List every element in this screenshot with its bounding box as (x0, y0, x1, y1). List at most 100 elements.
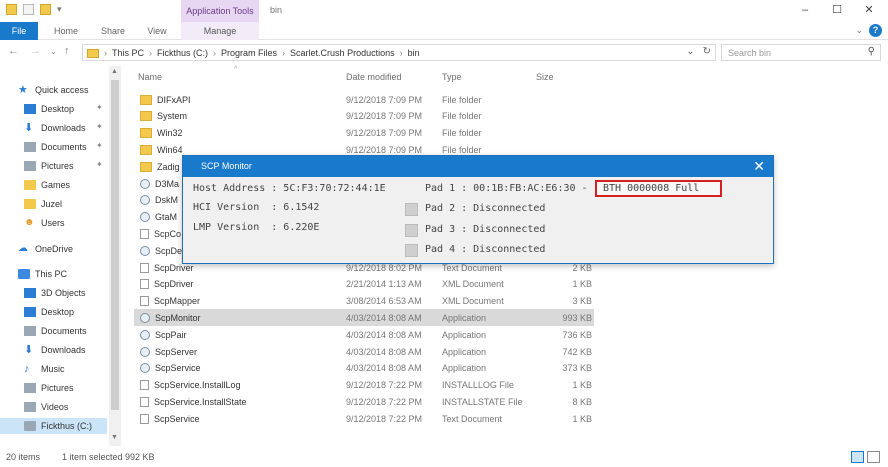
hci-version-label: HCI Version : 6.1542 (193, 202, 320, 213)
nav-juzel[interactable]: Juzel (24, 196, 62, 212)
search-icon[interactable]: ⚲ (868, 46, 875, 57)
customize-toolbar-icon[interactable]: ▾ (57, 4, 62, 15)
breadcrumb-bin[interactable]: bin (408, 48, 420, 58)
nav-documents-pinned[interactable]: Documents (24, 139, 87, 155)
file-row[interactable]: ScpDriver 2/21/2014 1:13 AM XML Document 1 … (134, 276, 594, 293)
file-row[interactable]: ScpMapper 3/08/2014 6:53 AM XML Document 3 … (134, 293, 594, 310)
file-size: 373 KB (562, 363, 592, 374)
nav-desktop-pinned[interactable]: Desktop (24, 101, 74, 117)
pad1-label: Pad 1 : 00:1B:FB:AC:E6:30 - (425, 183, 588, 194)
nav-downloads-pinned[interactable]: ⬇ Downloads (24, 120, 86, 136)
file-name: ScpService.InstallLog (140, 380, 241, 391)
breadcrumb-program-files[interactable]: Program Files (221, 48, 277, 58)
nav-music[interactable]: ♪ Music (24, 361, 65, 377)
properties-icon[interactable] (23, 4, 34, 15)
documents-icon (24, 142, 36, 152)
minimize-button[interactable]: – (797, 3, 813, 17)
file-type: File folder (442, 144, 482, 155)
scroll-up-icon[interactable]: ▲ (111, 68, 118, 75)
document-icon (140, 262, 149, 273)
file-name: ScpMapper (140, 296, 200, 307)
file-date: 9/12/2018 7:09 PM (346, 128, 423, 139)
file-name: ScpDriver (140, 262, 194, 273)
nav-desktop[interactable]: Desktop (24, 304, 74, 320)
column-header-size[interactable]: Size (536, 72, 554, 82)
address-dropdown-icon[interactable]: ⌄ (686, 46, 694, 57)
nav-documents[interactable]: Documents (24, 323, 87, 339)
back-button[interactable]: ← (8, 45, 19, 57)
cloud-icon: ☁ (18, 243, 28, 254)
file-size: 736 KB (562, 329, 592, 340)
file-row[interactable]: ScpService.InstallLog 9/12/2018 7:22 PM IN… (134, 377, 594, 394)
recent-locations-icon[interactable]: ⌄ (50, 47, 57, 56)
document-icon (140, 296, 149, 307)
scroll-down-icon[interactable]: ▼ (111, 434, 118, 441)
scrollbar-thumb[interactable] (111, 80, 119, 410)
nav-this-pc[interactable]: This PC (18, 266, 67, 282)
address-bar[interactable]: › This PC › Fickthus (C:) › Program File… (82, 44, 716, 61)
folder-icon (24, 180, 36, 190)
file-date: 9/12/2018 7:22 PM (346, 380, 423, 391)
nav-games[interactable]: Games (24, 177, 70, 193)
file-size: 3 KB (572, 296, 592, 307)
search-box[interactable]: Search bin ⚲ (721, 44, 881, 61)
file-row[interactable]: ScpService.InstallState 9/12/2018 7:22 PM… (134, 393, 594, 410)
nav-pictures[interactable]: Pictures (24, 380, 74, 396)
file-row[interactable]: ScpPair 4/03/2014 8:08 AM Application 736 K… (134, 326, 594, 343)
tab-share[interactable]: Share (96, 22, 130, 40)
details-view-icon[interactable] (851, 451, 864, 463)
file-date: 9/12/2018 7:09 PM (346, 94, 423, 105)
folder-icon (6, 4, 17, 15)
ribbon-tabs: File Home Share View Manage ⌄ ? (0, 22, 888, 40)
nav-videos[interactable]: Videos (24, 399, 68, 415)
tab-file[interactable]: File (0, 22, 38, 40)
file-row[interactable]: ScpServer 4/03/2014 8:08 AM Application 742… (134, 343, 594, 360)
tab-home[interactable]: Home (50, 22, 82, 40)
up-button[interactable]: ↑ (64, 45, 70, 57)
column-header-name[interactable]: Name (138, 72, 162, 82)
file-name: ScpDe (140, 245, 182, 256)
file-name: ScpService (140, 413, 200, 424)
large-icons-view-icon[interactable] (867, 451, 880, 463)
tab-view[interactable]: View (142, 22, 172, 40)
breadcrumb-this-pc[interactable]: This PC (112, 48, 144, 58)
file-name: Zadig (140, 161, 180, 172)
file-row[interactable]: ScpService 9/12/2018 7:22 PM Text Document… (134, 410, 594, 427)
nav-quick-access[interactable]: ★ Quick access (18, 82, 89, 98)
column-header-date[interactable]: Date modified (346, 72, 402, 82)
refresh-icon[interactable]: ↻ (703, 46, 711, 57)
column-header-type[interactable]: Type (442, 72, 462, 82)
nav-onedrive[interactable]: ☁ OneDrive (18, 241, 73, 257)
file-type: Text Document (442, 413, 503, 424)
file-row[interactable]: ScpService 4/03/2014 8:08 AM Application 37… (134, 360, 594, 377)
pad2-indicator[interactable] (405, 203, 418, 216)
file-row[interactable]: System 9/12/2018 7:09 PM File folder (134, 108, 594, 125)
breadcrumb-drive[interactable]: Fickthus (C:) (157, 48, 208, 58)
tab-manage[interactable]: Manage (181, 22, 259, 40)
breadcrumb-scarlet-crush[interactable]: Scarlet.Crush Productions (290, 48, 395, 58)
file-date: 4/03/2014 8:08 AM (346, 329, 422, 340)
dialog-close-button[interactable]: ✕ (753, 158, 765, 174)
nav-3d-objects[interactable]: 3D Objects (24, 285, 86, 301)
close-window-button[interactable]: ✕ (861, 3, 877, 17)
help-icon[interactable]: ? (869, 24, 882, 37)
pin-icon: ✦ (96, 103, 103, 112)
expand-ribbon-icon[interactable]: ⌄ (855, 25, 863, 36)
nav-users[interactable]: ☻ Users (24, 215, 65, 231)
nav-drive-c[interactable]: Fickthus (C:) (0, 418, 107, 434)
forward-button[interactable]: → (30, 45, 41, 57)
pad3-indicator[interactable] (405, 224, 418, 237)
folder-icon (24, 199, 36, 209)
nav-downloads[interactable]: ⬇ Downloads (24, 342, 86, 358)
file-row[interactable]: ScpMonitor 4/03/2014 8:08 AM Application 99… (134, 309, 594, 327)
nav-pane-scrollbar[interactable]: ▲ ▼ (109, 66, 121, 446)
file-row[interactable]: DIFxAPI 9/12/2018 7:09 PM File folder (134, 91, 594, 108)
maximize-button[interactable]: ☐ (829, 3, 845, 17)
new-folder-icon[interactable] (40, 4, 51, 15)
file-date: 9/12/2018 7:09 PM (346, 144, 423, 155)
document-icon (140, 228, 149, 239)
file-name: System (140, 111, 187, 122)
file-row[interactable]: Win32 9/12/2018 7:09 PM File folder (134, 125, 594, 142)
pad4-indicator[interactable] (405, 244, 418, 257)
nav-pictures-pinned[interactable]: Pictures (24, 158, 74, 174)
